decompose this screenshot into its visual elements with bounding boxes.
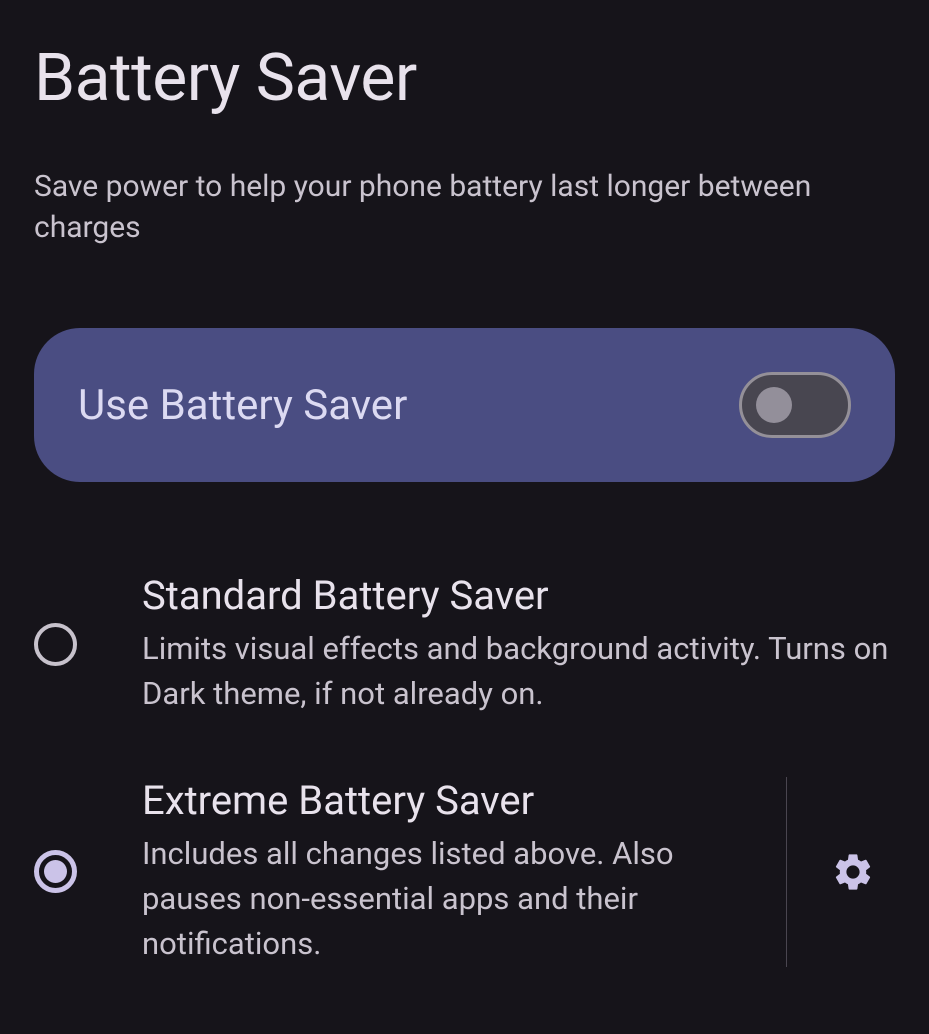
- use-battery-saver-label: Use Battery Saver: [78, 381, 407, 430]
- option-standard-desc: Limits visual effects and background act…: [142, 627, 895, 717]
- mode-options: Standard Battery Saver Limits visual eff…: [0, 542, 929, 997]
- radio-extreme[interactable]: [34, 850, 77, 893]
- option-extreme[interactable]: Extreme Battery Saver Includes all chang…: [0, 747, 929, 997]
- option-extreme-title: Extreme Battery Saver: [142, 777, 766, 824]
- option-standard[interactable]: Standard Battery Saver Limits visual eff…: [0, 542, 929, 747]
- option-extreme-desc: Includes all changes listed above. Also …: [142, 832, 766, 967]
- option-extreme-trailing: [786, 777, 895, 967]
- switch-thumb: [756, 387, 792, 423]
- option-text: Extreme Battery Saver Includes all chang…: [142, 777, 766, 967]
- radio-wrap: [34, 850, 142, 893]
- extreme-settings-button[interactable]: [831, 850, 895, 894]
- radio-wrap: [34, 623, 142, 666]
- radio-standard[interactable]: [34, 623, 77, 666]
- gear-icon: [831, 850, 875, 894]
- page-title: Battery Saver: [0, 0, 929, 147]
- use-battery-saver-card[interactable]: Use Battery Saver: [34, 328, 895, 482]
- option-text: Standard Battery Saver Limits visual eff…: [142, 572, 895, 717]
- use-battery-saver-switch[interactable]: [739, 372, 851, 438]
- radio-inner: [44, 860, 67, 883]
- option-standard-title: Standard Battery Saver: [142, 572, 895, 619]
- page-subtitle: Save power to help your phone battery la…: [0, 147, 929, 248]
